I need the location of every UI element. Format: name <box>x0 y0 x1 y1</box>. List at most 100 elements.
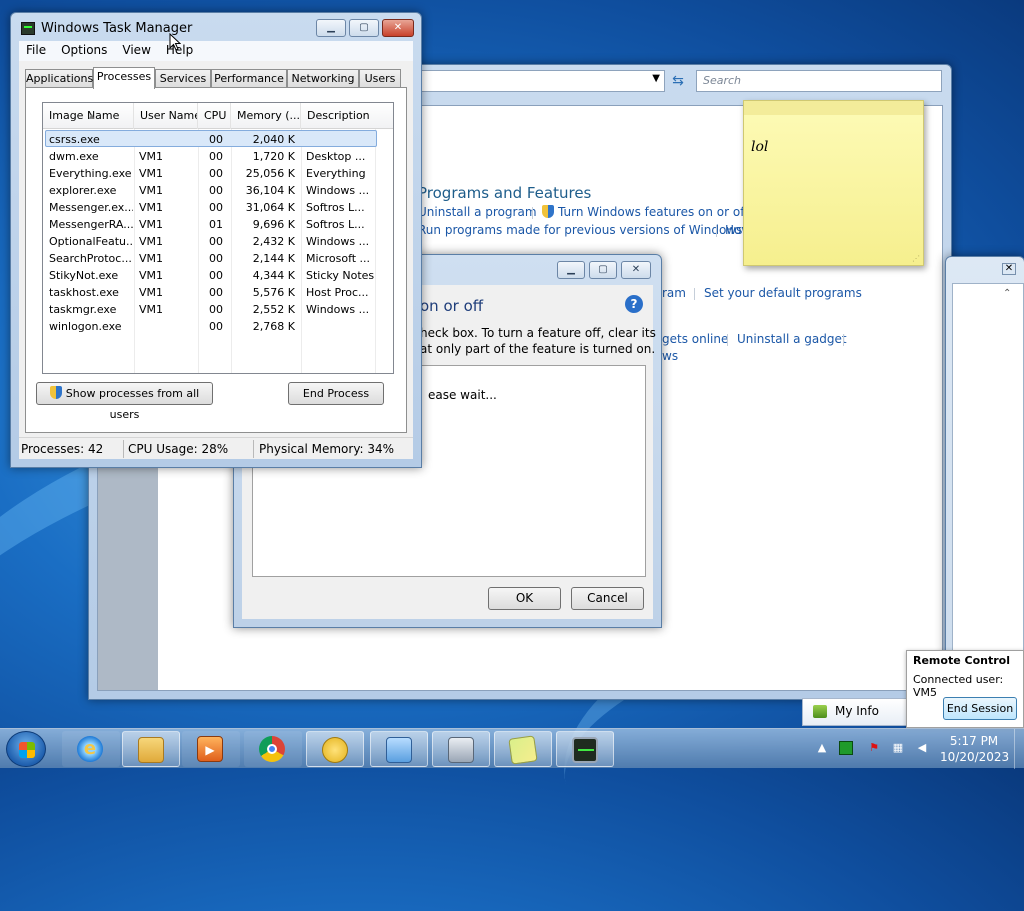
media-player-icon: ▶ <box>197 736 223 762</box>
taskbar-messenger[interactable] <box>306 731 364 767</box>
volume-muted-icon[interactable]: ◀ <box>915 741 929 755</box>
column-image-name[interactable]: ▲ Image Name <box>43 103 134 129</box>
cell-cpu: 00 <box>209 167 223 180</box>
link-separator <box>532 207 533 219</box>
table-row[interactable]: taskmgr.exe VM1 00 2,552 K Windows ... <box>43 301 393 318</box>
close-button[interactable]: ✕ <box>621 261 651 279</box>
table-row[interactable]: csrss.exe 00 2,040 K <box>45 130 377 147</box>
menu-file[interactable]: File <box>19 41 54 57</box>
minimize-button[interactable]: ▁ <box>316 19 346 37</box>
cell-description: Windows ... <box>306 184 370 197</box>
programs-features-heading[interactable]: Programs and Features <box>418 184 591 202</box>
column-memory[interactable]: Memory (... <box>231 103 301 129</box>
tab-applications[interactable]: Applications <box>25 69 93 88</box>
minimize-button[interactable]: ▁ <box>557 261 585 279</box>
clock[interactable]: 5:17 PM 10/20/2023 <box>940 733 1009 765</box>
sticky-note[interactable]: lol ⋰ <box>743 100 924 266</box>
cell-image-name: dwm.exe <box>49 150 99 163</box>
menu-options[interactable]: Options <box>54 41 115 57</box>
link-separator <box>727 334 728 346</box>
show-hidden-icons-icon[interactable]: ▲ <box>815 741 829 755</box>
sticky-note-bar[interactable] <box>744 101 923 115</box>
windows-logo-icon <box>19 742 35 758</box>
menu-bar: File Options View Help <box>19 41 413 61</box>
column-description[interactable]: Description <box>301 103 393 129</box>
sticky-note-text[interactable]: lol <box>751 139 768 155</box>
my-info-button[interactable]: My Info <box>802 698 908 726</box>
status-bar: Processes: 42 CPU Usage: 28% Physical Me… <box>19 437 413 459</box>
tab-networking[interactable]: Networking <box>287 69 359 88</box>
control-panel-icon <box>386 737 412 763</box>
show-desktop-button[interactable] <box>1014 729 1024 769</box>
maximize-button[interactable]: ▢ <box>589 261 617 279</box>
maximize-button[interactable]: ▢ <box>349 19 379 37</box>
tab-users[interactable]: Users <box>359 69 401 88</box>
taskbar-sticky-notes[interactable] <box>494 731 552 767</box>
table-row[interactable]: StikyNot.exe VM1 00 4,344 K Sticky Notes <box>43 267 393 284</box>
tab-services[interactable]: Services <box>155 69 211 88</box>
taskbar-media-player[interactable]: ▶ <box>182 731 240 767</box>
cell-image-name: explorer.exe <box>49 184 117 197</box>
start-button[interactable] <box>6 731 46 767</box>
gadgets-link[interactable]: ws <box>662 349 678 363</box>
process-list[interactable]: ▲ Image Name User Name CPU Memory (... De… <box>42 102 394 374</box>
ok-button[interactable]: OK <box>488 587 561 610</box>
gadgets-online-link[interactable]: gets online <box>662 332 728 346</box>
table-row[interactable]: MessengerRA... VM1 01 9,696 K Softros L... <box>43 216 393 233</box>
cancel-button[interactable]: Cancel <box>571 587 644 610</box>
run-programs-link[interactable]: Run programs made for previous versions … <box>418 223 742 237</box>
table-row[interactable]: Everything.exe VM1 00 25,056 K Everything <box>43 165 393 182</box>
taskbar: e ▶ ▲ ⚑ ▦ ◀ 5:17 PM 10/20/2023 <box>0 728 1024 769</box>
uninstall-gadget-link[interactable]: Uninstall a gadget <box>737 332 847 346</box>
resize-grip-icon[interactable]: ⋰ <box>912 254 920 263</box>
cell-image-name: taskhost.exe <box>49 286 119 299</box>
taskbar-internet-explorer[interactable]: e <box>62 731 120 767</box>
table-row[interactable]: Messenger.ex... VM1 00 31,064 K Softros L... <box>43 199 393 216</box>
action-center-icon[interactable]: ⚑ <box>867 741 881 755</box>
taskbar-control-panel[interactable] <box>370 731 428 767</box>
uninstall-program-link[interactable]: Uninstall a program <box>418 205 537 219</box>
cell-cpu: 01 <box>209 218 223 231</box>
help-icon[interactable]: ? <box>625 295 643 313</box>
refresh-icon[interactable]: ⇆ <box>667 70 689 92</box>
sort-arrow-icon: ▲ <box>89 112 95 120</box>
show-all-processes-button[interactable]: Show processes from all users <box>36 382 213 421</box>
network-icon[interactable]: ▦ <box>891 741 905 755</box>
taskbar-file-explorer[interactable] <box>122 731 180 767</box>
table-row[interactable]: explorer.exe VM1 00 36,104 K Windows ... <box>43 182 393 199</box>
tab-processes[interactable]: Processes <box>93 67 155 89</box>
search-input[interactable]: Search <box>696 70 942 92</box>
my-info-icon <box>813 705 827 718</box>
end-process-button[interactable]: End Process <box>288 382 384 405</box>
table-row[interactable]: taskhost.exe VM1 00 5,576 K Host Proc... <box>43 284 393 301</box>
turn-features-link[interactable]: Turn Windows features on or off <box>542 205 749 219</box>
end-session-button[interactable]: End Session <box>943 697 1017 720</box>
set-default-programs-link[interactable]: Set your default programs <box>704 286 862 300</box>
cell-cpu: 00 <box>209 184 223 197</box>
chevron-up-icon[interactable]: ⌃ <box>1003 288 1011 299</box>
close-button[interactable]: ✕ <box>382 19 414 37</box>
cell-memory: 25,056 K <box>245 167 295 180</box>
table-row[interactable]: winlogon.exe 00 2,768 K <box>43 318 393 335</box>
column-user-name[interactable]: User Name <box>134 103 198 129</box>
messenger-tray-icon[interactable] <box>839 741 853 755</box>
table-row[interactable]: OptionalFeatu... VM1 00 2,432 K Windows ... <box>43 233 393 250</box>
cell-description: Softros L... <box>306 201 365 214</box>
taskbar-windows-features[interactable] <box>432 731 490 767</box>
default-program-link[interactable]: ram <box>662 286 686 300</box>
cell-cpu: 00 <box>209 235 223 248</box>
table-row[interactable]: SearchProtoc... VM1 00 2,144 K Microsoft ... <box>43 250 393 267</box>
table-row[interactable]: dwm.exe VM1 00 1,720 K Desktop ... <box>43 148 393 165</box>
close-icon[interactable]: ✕ <box>1002 263 1016 275</box>
taskbar-chrome[interactable] <box>244 731 302 767</box>
task-manager-window[interactable]: Windows Task Manager ▁ ▢ ✕ File Options Vi… <box>10 12 422 468</box>
cpu-graph <box>578 749 594 755</box>
tab-performance[interactable]: Performance <box>211 69 287 88</box>
menu-view[interactable]: View <box>115 41 158 57</box>
taskbar-task-manager[interactable] <box>556 731 614 767</box>
column-cpu[interactable]: CPU <box>198 103 231 129</box>
chevron-down-icon[interactable]: ▼ <box>652 73 660 84</box>
cell-cpu: 00 <box>209 269 223 282</box>
remote-control-popup: Remote Control Connected user: VM5 End S… <box>906 650 1024 728</box>
cell-memory: 2,144 K <box>252 252 295 265</box>
